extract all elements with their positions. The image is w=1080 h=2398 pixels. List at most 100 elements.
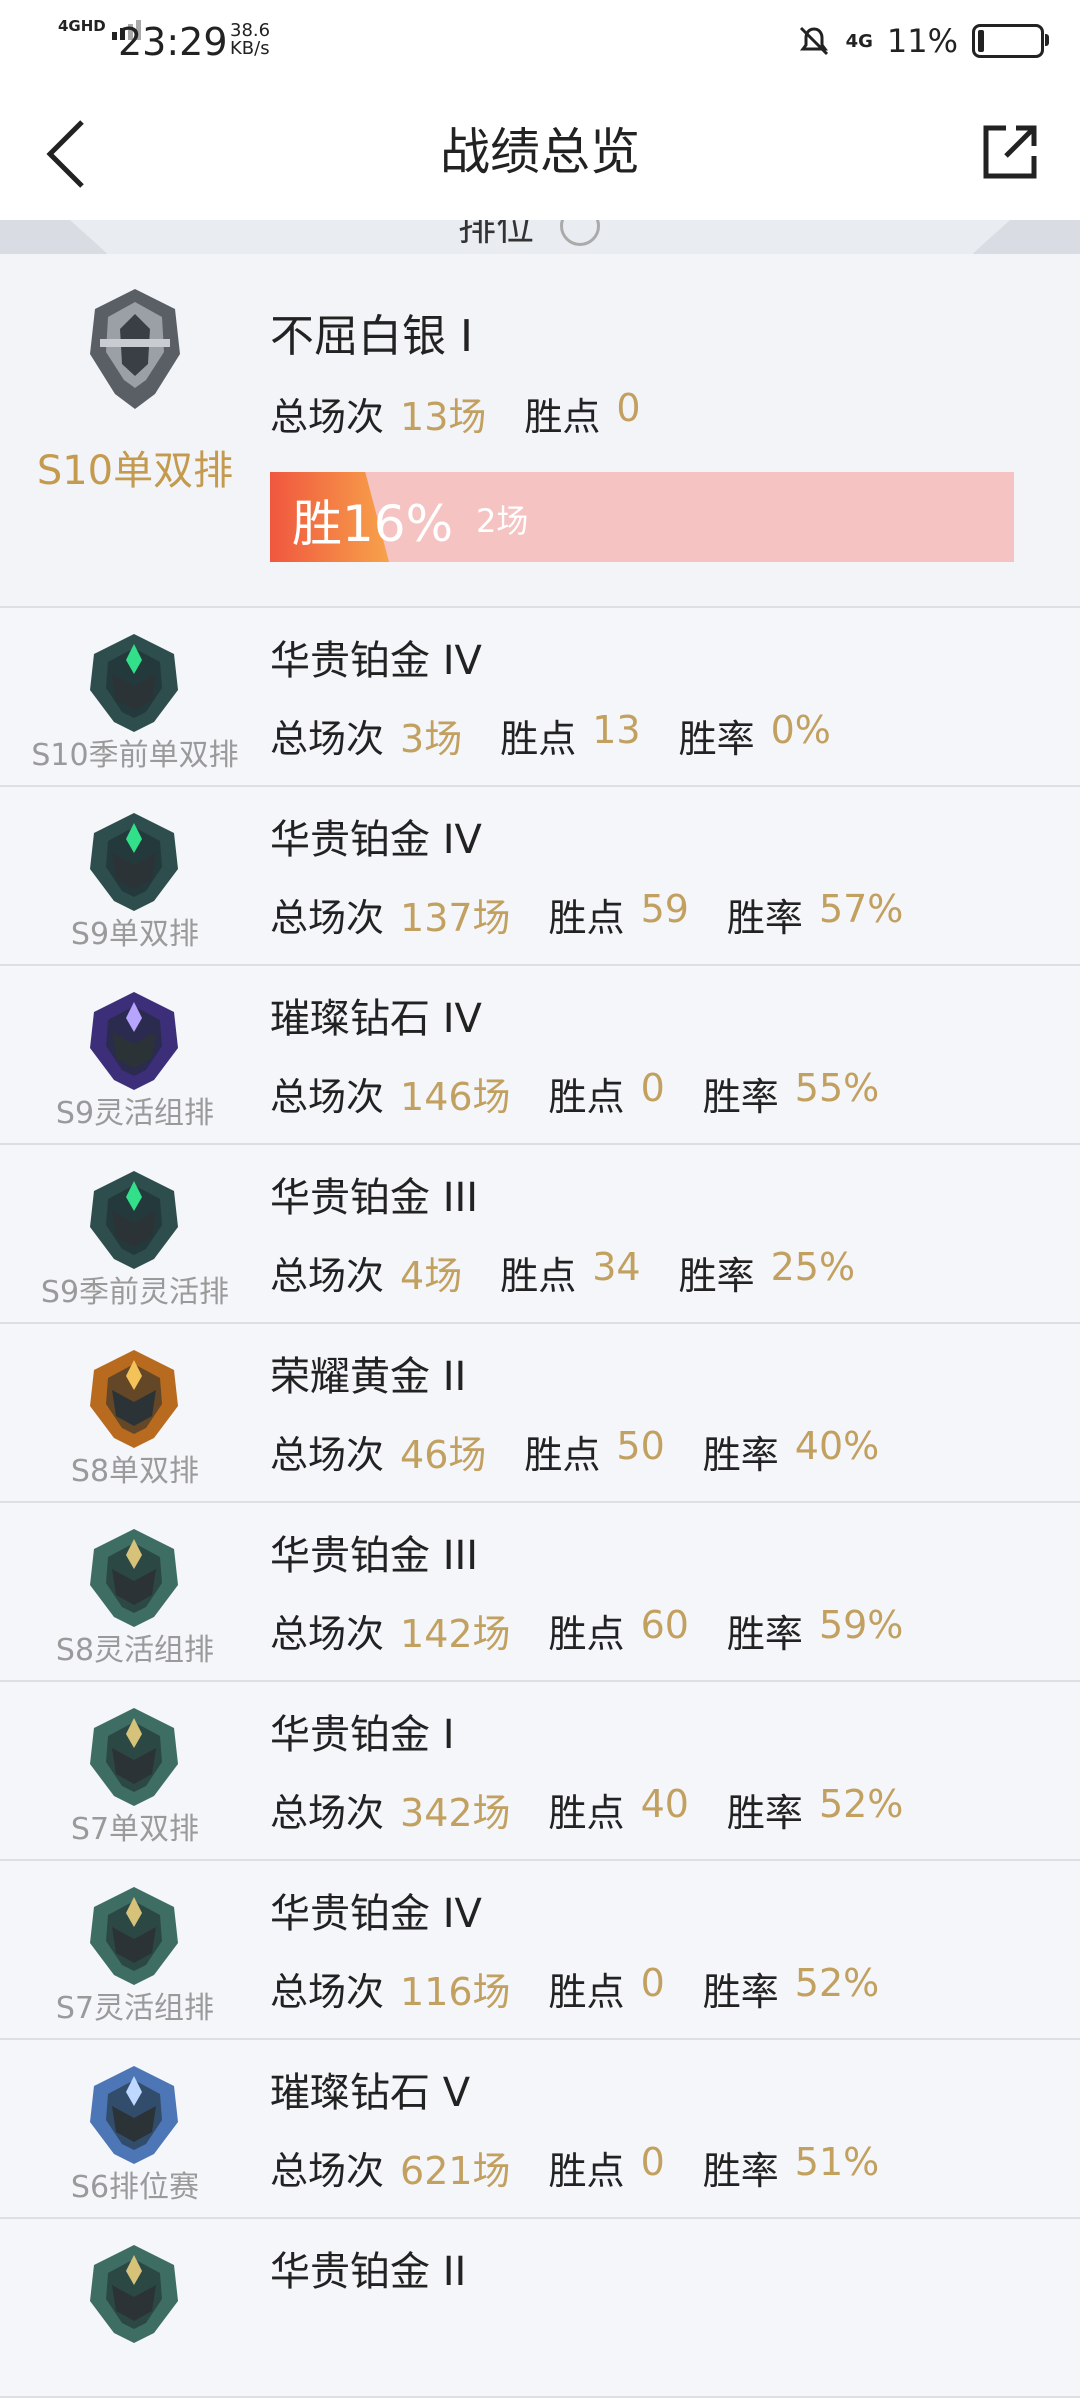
league-points: 胜点 40: [548, 1782, 689, 1835]
total-games: 总场次 342场: [270, 1791, 511, 1835]
net-speed: 38.6 KB/s: [230, 22, 270, 58]
season-label: S8灵活组排: [55, 1633, 215, 1668]
win-rate: 胜率 25%: [678, 1245, 856, 1298]
win-rate: 胜率 52%: [702, 1961, 880, 2014]
rank-name: 华贵铂金 II: [270, 2249, 467, 2295]
season-label: S8单双排: [70, 1454, 200, 1489]
season-card[interactable]: S7单双排 华贵铂金 I 总场次 342场 胜点 40 胜率 52%: [0, 1682, 1080, 1861]
win-games: 2场: [476, 502, 529, 540]
total-games: 总场次 3场: [270, 717, 463, 761]
stats-row: 总场次 137场 胜点 59 胜率 57%: [270, 887, 903, 942]
season-label: S9灵活组排: [55, 1096, 215, 1131]
rank-emblem-icon: [90, 2245, 178, 2343]
season-card[interactable]: S9季前灵活排 华贵铂金 III 总场次 4场 胜点 34 胜率 25%: [0, 1145, 1080, 1324]
rank-name: 华贵铂金 IV: [270, 817, 482, 863]
win-rate: 胜率 55%: [702, 1066, 880, 1119]
league-points: 胜点 60: [548, 1603, 689, 1656]
rank-emblem-icon: [90, 813, 178, 911]
stats-row: 总场次 146场 胜点 0 胜率 55%: [270, 1066, 879, 1121]
win-rate: 胜率 40%: [702, 1424, 880, 1477]
season-card[interactable]: S9灵活组排 璀璨钻石 IV 总场次 146场 胜点 0 胜率 55%: [0, 966, 1080, 1145]
rank-emblem-icon: [90, 2066, 178, 2164]
current-season-card[interactable]: S10单双排 不屈白银 I 总场次 13场 胜点 0 胜16% 2场: [0, 254, 1080, 608]
total-games: 总场次 116场: [270, 1970, 511, 2014]
rank-name: 璀璨钻石 IV: [270, 996, 482, 1042]
stats-row: 总场次 142场 胜点 60 胜率 59%: [270, 1603, 903, 1658]
league-points: 胜点 59: [548, 887, 689, 940]
share-external-icon[interactable]: [978, 120, 1042, 184]
net-speed-unit: KB/s: [230, 38, 270, 59]
rank-emblem-icon: [90, 634, 178, 732]
rank-name: 璀璨钻石 V: [270, 2070, 471, 2116]
stats-row: 总场次 621场 胜点 0 胜率 51%: [270, 2140, 879, 2195]
win-rate-text: 胜16%: [292, 495, 454, 553]
win-rate-bar: 胜16% 2场: [270, 472, 1014, 562]
mode-tab-strip[interactable]: 排位: [0, 220, 1080, 254]
rank-name: 荣耀黄金 II: [270, 1354, 467, 1400]
rank-name: 华贵铂金 IV: [270, 638, 482, 684]
league-points: 胜点 0: [548, 2140, 665, 2193]
network-type-2: 4G: [845, 30, 873, 52]
rank-name: 华贵铂金 III: [270, 1533, 479, 1579]
rank-emblem-icon: [90, 992, 178, 1090]
win-rate: 胜率 0%: [678, 708, 831, 761]
battery-level: [978, 30, 984, 52]
season-card[interactable]: S8单双排 荣耀黄金 II 总场次 46场 胜点 50 胜率 40%: [0, 1324, 1080, 1503]
total-games: 总场次 621场: [270, 2149, 511, 2193]
total-games: 总场次 13场: [270, 395, 487, 439]
network-type: 4GHD: [58, 17, 106, 35]
rank-emblem-icon: [90, 1171, 178, 1269]
app-header: 战绩总览: [0, 84, 1080, 220]
rank-emblem-icon: [90, 289, 180, 409]
stats-row: 总场次 3场 胜点 13 胜率 0%: [270, 708, 831, 763]
rank-name: 华贵铂金 IV: [270, 1891, 482, 1937]
status-right: 4G 11%: [796, 22, 1049, 60]
clock: 23:29: [118, 20, 228, 64]
season-label: S9季前灵活排: [40, 1275, 230, 1310]
league-points: 胜点 0: [524, 386, 641, 439]
season-card[interactable]: S6排位赛 璀璨钻石 V 总场次 621场 胜点 0 胜率 51%: [0, 2040, 1080, 2219]
page-title: 战绩总览: [440, 123, 640, 181]
stats-row: 总场次 46场 胜点 50 胜率 40%: [270, 1424, 879, 1479]
season-label: S10单双排: [36, 448, 234, 494]
tab-ranked[interactable]: 排位: [458, 220, 534, 251]
rank-name: 华贵铂金 III: [270, 1175, 479, 1221]
total-games: 总场次 4场: [270, 1254, 463, 1298]
win-rate: 胜率 59%: [726, 1603, 904, 1656]
win-rate: 胜率 51%: [702, 2140, 880, 2193]
season-rows: S10季前单双排 华贵铂金 IV 总场次 3场 胜点 13 胜率 0% S9单双排 华贵铂金 IV…: [0, 608, 1080, 2398]
season-label: S7灵活组排: [55, 1991, 215, 2026]
win-rate: 胜率 57%: [726, 887, 904, 940]
season-card[interactable]: S7灵活组排 华贵铂金 IV 总场次 116场 胜点 0 胜率 52%: [0, 1861, 1080, 2040]
rank-emblem-icon: [90, 1529, 178, 1627]
stats-row: 总场次 116场 胜点 0 胜率 52%: [270, 1961, 879, 2016]
rank-emblem-icon: [90, 1887, 178, 1985]
season-label: S10季前单双排: [31, 738, 239, 773]
season-card[interactable]: 华贵铂金 II: [0, 2219, 1080, 2398]
season-card[interactable]: S9单双排 华贵铂金 IV 总场次 137场 胜点 59 胜率 57%: [0, 787, 1080, 966]
battery-percent: 11%: [886, 22, 958, 60]
mute-bell-icon: [799, 26, 828, 56]
total-games: 总场次 142场: [270, 1612, 511, 1656]
total-games: 总场次 146场: [270, 1075, 511, 1119]
stats-row: 总场次 342场 胜点 40 胜率 52%: [270, 1782, 903, 1837]
total-games: 总场次 137场: [270, 896, 511, 940]
status-bar: 4GHD 23:29 38.6 KB/s 4G 11%: [0, 0, 1080, 84]
battery-icon: [972, 24, 1049, 58]
total-games: 总场次 46场: [270, 1433, 487, 1477]
rank-name: 华贵铂金 I: [270, 1712, 455, 1758]
rank-name: 不屈白银 I: [270, 311, 473, 362]
rank-emblem-icon: [90, 1350, 178, 1448]
stats-row: 总场次 4场 胜点 34 胜率 25%: [270, 1245, 855, 1300]
season-label: S9单双排: [70, 917, 200, 952]
season-list: S10单双排 不屈白银 I 总场次 13场 胜点 0 胜16% 2场 S10季前单双…: [0, 254, 1080, 2398]
league-points: 胜点 0: [548, 1961, 665, 2014]
league-points: 胜点 0: [548, 1066, 665, 1119]
stats-row: 总场次 13场 胜点 0: [270, 386, 641, 441]
league-points: 胜点 34: [500, 1245, 641, 1298]
season-card[interactable]: S10季前单双排 华贵铂金 IV 总场次 3场 胜点 13 胜率 0%: [0, 608, 1080, 787]
season-card[interactable]: S8灵活组排 华贵铂金 III 总场次 142场 胜点 60 胜率 59%: [0, 1503, 1080, 1682]
league-points: 胜点 13: [500, 708, 641, 761]
season-label: S7单双排: [70, 1812, 200, 1847]
win-rate: 胜率 52%: [726, 1782, 904, 1835]
